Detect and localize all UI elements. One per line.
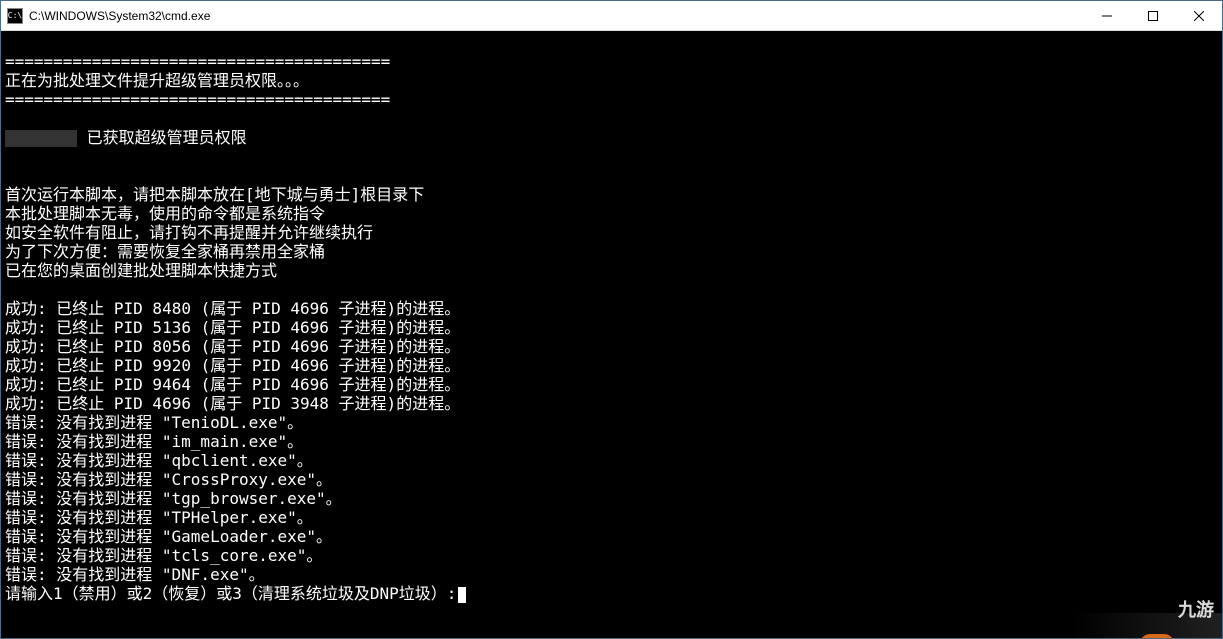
watermark-icon — [1140, 596, 1174, 624]
maximize-button[interactable] — [1130, 1, 1176, 30]
console-line: 成功: 已终止 PID 9920 (属于 PID 4696 子进程)的进程。 — [5, 356, 1218, 375]
minimize-icon — [1102, 11, 1112, 21]
console-line: 错误: 没有找到进程 "qbclient.exe"。 — [5, 451, 1218, 470]
cursor — [458, 587, 466, 603]
console-line: 错误: 没有找到进程 "DNF.exe"。 — [5, 565, 1218, 584]
console-line — [5, 280, 1218, 299]
console-line: 为了下次方便：需要恢复全家桶再禁用全家桶 — [5, 242, 1218, 261]
window-controls — [1084, 1, 1222, 30]
watermark: 九游 — [1140, 596, 1214, 624]
cmd-icon: C:\ — [7, 8, 23, 24]
console-line: 成功: 已终止 PID 8056 (属于 PID 4696 子进程)的进程。 — [5, 337, 1218, 356]
console-line: 错误: 没有找到进程 "TPHelper.exe"。 — [5, 508, 1218, 527]
console-line: 本批处理脚本无毒，使用的命令都是系统指令 — [5, 204, 1218, 223]
titlebar[interactable]: C:\ C:\WINDOWS\System32\cmd.exe — [1, 1, 1222, 31]
console-line: 成功: 已终止 PID 5136 (属于 PID 4696 子进程)的进程。 — [5, 318, 1218, 337]
console-line — [5, 166, 1218, 185]
console-line — [5, 33, 1218, 52]
console-line: ======================================== — [5, 52, 1218, 71]
console-line: 错误: 没有找到进程 "im_main.exe"。 — [5, 432, 1218, 451]
console-line: 错误: 没有找到进程 "tgp_browser.exe"。 — [5, 489, 1218, 508]
console-line: 成功: 已终止 PID 4696 (属于 PID 3948 子进程)的进程。 — [5, 394, 1218, 413]
console-prompt-line: 请输入1（禁用）或2（恢复）或3（清理系统垃圾及DNP垃圾）: — [5, 584, 1218, 603]
console-line — [5, 109, 1218, 128]
console-line: 错误: 没有找到进程 "tcls_core.exe"。 — [5, 546, 1218, 565]
minimize-button[interactable] — [1084, 1, 1130, 30]
prompt-text: 请输入1（禁用）或2（恢复）或3（清理系统垃圾及DNP垃圾）: — [5, 584, 456, 603]
window-title: C:\WINDOWS\System32\cmd.exe — [29, 9, 1084, 23]
redacted-block — [5, 130, 77, 147]
console-line: 成功: 已终止 PID 8480 (属于 PID 4696 子进程)的进程。 — [5, 299, 1218, 318]
console-line: 错误: 没有找到进程 "TenioDL.exe"。 — [5, 413, 1218, 432]
console-line — [5, 147, 1218, 166]
close-icon — [1194, 11, 1204, 21]
console-line: ======================================== — [5, 90, 1218, 109]
close-button[interactable] — [1176, 1, 1222, 30]
admin-status: 已获取超级管理员权限 — [87, 128, 247, 147]
console-line: 错误: 没有找到进程 "GameLoader.exe"。 — [5, 527, 1218, 546]
console-line: 已获取超级管理员权限 — [5, 128, 1218, 147]
console-area[interactable]: ========================================… — [1, 31, 1222, 638]
cmd-window: C:\ C:\WINDOWS\System32\cmd.exe ========… — [0, 0, 1223, 639]
console-line: 正在为批处理文件提升超级管理员权限。。。 — [5, 71, 1218, 90]
console-line: 错误: 没有找到进程 "CrossProxy.exe"。 — [5, 470, 1218, 489]
maximize-icon — [1148, 11, 1158, 21]
console-line: 成功: 已终止 PID 9464 (属于 PID 4696 子进程)的进程。 — [5, 375, 1218, 394]
console-line: 已在您的桌面创建批处理脚本快捷方式 — [5, 261, 1218, 280]
console-line: 如安全软件有阻止，请打钩不再提醒并允许继续执行 — [5, 223, 1218, 242]
console-line: 首次运行本脚本，请把本脚本放在[地下城与勇士]根目录下 — [5, 185, 1218, 204]
